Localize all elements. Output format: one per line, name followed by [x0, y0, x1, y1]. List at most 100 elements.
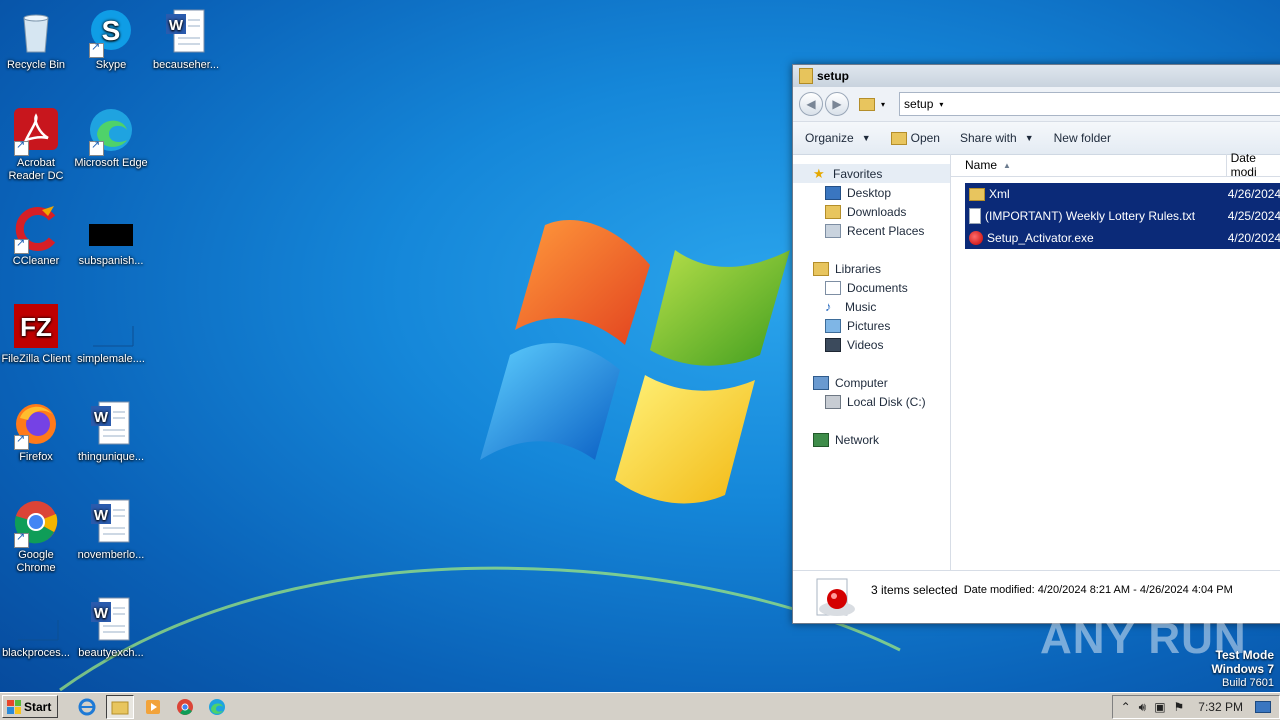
column-header-name[interactable]: Name ▲ — [951, 154, 1227, 176]
desktop-icon-label: blackproces... — [2, 647, 70, 659]
taskbar-explorer[interactable] — [106, 694, 135, 719]
black-file-icon — [87, 204, 135, 252]
nav-documents[interactable]: Documents — [793, 278, 950, 297]
desktop-icon-acrobat[interactable]: Acrobat Reader DC — [0, 106, 74, 183]
desktop-icon-label: Google Chrome — [16, 549, 56, 574]
shortcut-arrow-icon — [89, 139, 104, 156]
chevron-down-icon[interactable]: ▾ — [939, 100, 943, 109]
desktop-icon-thingunique[interactable]: W thingunique... — [73, 400, 149, 464]
star-icon: ★ — [813, 165, 825, 181]
folder-icon — [859, 97, 875, 111]
desktop-icon-chrome[interactable]: Google Chrome — [0, 498, 74, 575]
open-label: Open — [910, 131, 940, 145]
file-row[interactable]: (IMPORTANT) Weekly Lottery Rules.txt 4/2… — [965, 205, 1280, 227]
firefox-icon — [12, 400, 60, 450]
desktop-icon-skype[interactable]: S Skype — [73, 8, 149, 72]
column-headers: Name ▲ Date modi — [951, 151, 1280, 179]
desktop-icon-novemberlo[interactable]: W novemberlo... — [73, 498, 149, 562]
file-date: 4/25/2024 — [1227, 209, 1280, 223]
nav-network[interactable]: Network — [793, 430, 950, 449]
nav-music[interactable]: ♪ Music — [793, 297, 950, 316]
address-input[interactable]: setup ▾ — [899, 92, 1280, 116]
word-document-icon: W — [162, 8, 210, 56]
desktop-icon-ccleaner[interactable]: CCleaner — [0, 204, 74, 268]
desktop-icon-label: subspanish... — [78, 255, 144, 267]
column-header-date[interactable]: Date modi — [1227, 151, 1280, 179]
nav-label: Downloads — [847, 204, 907, 219]
desktop-icon-edge[interactable]: Microsoft Edge — [73, 106, 149, 170]
taskbar-internet-explorer[interactable] — [74, 696, 100, 718]
windows-flag-icon — [7, 699, 21, 714]
recent-places-icon — [825, 223, 841, 238]
skype-icon: S — [87, 8, 135, 58]
show-hidden-icons-icon[interactable]: ⌃ — [1121, 700, 1131, 714]
file-list-pane[interactable]: Name ▲ Date modi Xml 4/26/2024 (IMPORTANT… — [951, 151, 1280, 571]
desktop-icon-simplemale[interactable]: simplemale.... — [73, 302, 149, 366]
volume-icon[interactable]: 🔊︎ — [1139, 700, 1147, 715]
explorer-content: ★ Favorites Desktop Downloads Recent Plac… — [793, 151, 1280, 571]
libraries-icon — [813, 261, 829, 276]
explorer-window[interactable]: setup ◀ ▶ ▾ setup ▾ Organize ▼ Open Share… — [792, 64, 1280, 624]
desktop-icon-label: Skype — [95, 59, 127, 71]
file-row[interactable]: Setup_Activator.exe 4/20/2024 — [965, 227, 1280, 249]
desktop-icon-label: FileZilla Client — [1, 353, 71, 365]
chevron-down-icon: ▼ — [861, 133, 871, 143]
nav-videos[interactable]: Videos — [793, 335, 950, 354]
nav-favorites[interactable]: ★ Favorites — [793, 164, 950, 183]
filezilla-icon: FZ — [12, 302, 60, 350]
nav-local-disk[interactable]: Local Disk (C:) — [793, 392, 950, 411]
word-document-icon: W — [87, 596, 135, 644]
new-folder-label: New folder — [1053, 131, 1111, 145]
date-modified-range: Date modified: 4/20/2024 8:21 AM - 4/26/… — [963, 584, 1233, 596]
forward-button[interactable]: ▶ — [825, 92, 849, 116]
start-button[interactable]: Start — [2, 695, 59, 718]
breadcrumb-setup[interactable]: setup — [904, 97, 933, 111]
file-date: 4/20/2024 — [1227, 231, 1280, 245]
nav-computer[interactable]: Computer — [793, 373, 950, 392]
music-icon: ♪ — [825, 298, 832, 314]
desktop-icon-label: Microsoft Edge — [74, 157, 148, 169]
share-with-button[interactable]: Share with ▼ — [960, 131, 1034, 145]
chrome-icon — [12, 498, 60, 548]
desktop-icon-beautyexch[interactable]: W beautyexch... — [73, 596, 149, 660]
taskbar-chrome[interactable] — [172, 696, 198, 718]
desktop-icon-label: novemberlo... — [77, 549, 145, 561]
new-folder-button[interactable]: New folder — [1054, 131, 1111, 145]
open-button[interactable]: Open — [890, 131, 940, 145]
desktop-icon-blackproces[interactable]: blackproces... — [0, 596, 74, 660]
show-desktop-icon[interactable] — [1255, 701, 1271, 713]
shortcut-arrow-icon — [14, 139, 29, 156]
taskbar-edge[interactable] — [204, 696, 230, 718]
action-center-flag-icon[interactable]: ⚑ — [1174, 700, 1185, 714]
file-row[interactable]: Xml 4/26/2024 — [965, 183, 1280, 205]
organize-button[interactable]: Organize ▼ — [805, 131, 871, 145]
nav-libraries[interactable]: Libraries — [793, 259, 950, 278]
taskbar-media-player[interactable] — [140, 696, 166, 718]
nav-downloads[interactable]: Downloads — [793, 202, 950, 221]
desktop-icon-filezilla[interactable]: FZ FileZilla Client — [0, 302, 74, 366]
nav-label: Recent Places — [847, 223, 925, 238]
window-title: setup — [817, 69, 850, 83]
desktop-icon — [825, 185, 841, 200]
word-document-icon: W — [87, 400, 135, 448]
blank-file-icon — [87, 302, 135, 350]
file-name: Xml — [989, 187, 1010, 201]
nav-desktop[interactable]: Desktop — [793, 183, 950, 202]
nav-label: Favorites — [833, 166, 883, 181]
nav-pictures[interactable]: Pictures — [793, 316, 950, 335]
nav-recent-places[interactable]: Recent Places — [793, 221, 950, 240]
window-titlebar[interactable]: setup — [793, 65, 1280, 87]
back-button[interactable]: ◀ — [799, 92, 823, 116]
network-tray-icon[interactable]: ▣ — [1154, 700, 1165, 714]
share-label: Share with — [959, 131, 1017, 145]
desktop-icon-becauseher[interactable]: W becauseher... — [148, 8, 224, 72]
text-file-icon — [969, 208, 981, 224]
clock[interactable]: 7:32 PM — [1198, 700, 1243, 714]
desktop-icon-subspanish[interactable]: subspanish... — [73, 204, 149, 268]
nav-label: Pictures — [847, 318, 891, 333]
nav-label: Libraries — [835, 261, 882, 276]
documents-icon — [825, 280, 841, 295]
shortcut-arrow-icon — [14, 237, 29, 254]
desktop-icon-recycle-bin[interactable]: Recycle Bin — [0, 8, 74, 72]
desktop-icon-firefox[interactable]: Firefox — [0, 400, 74, 464]
